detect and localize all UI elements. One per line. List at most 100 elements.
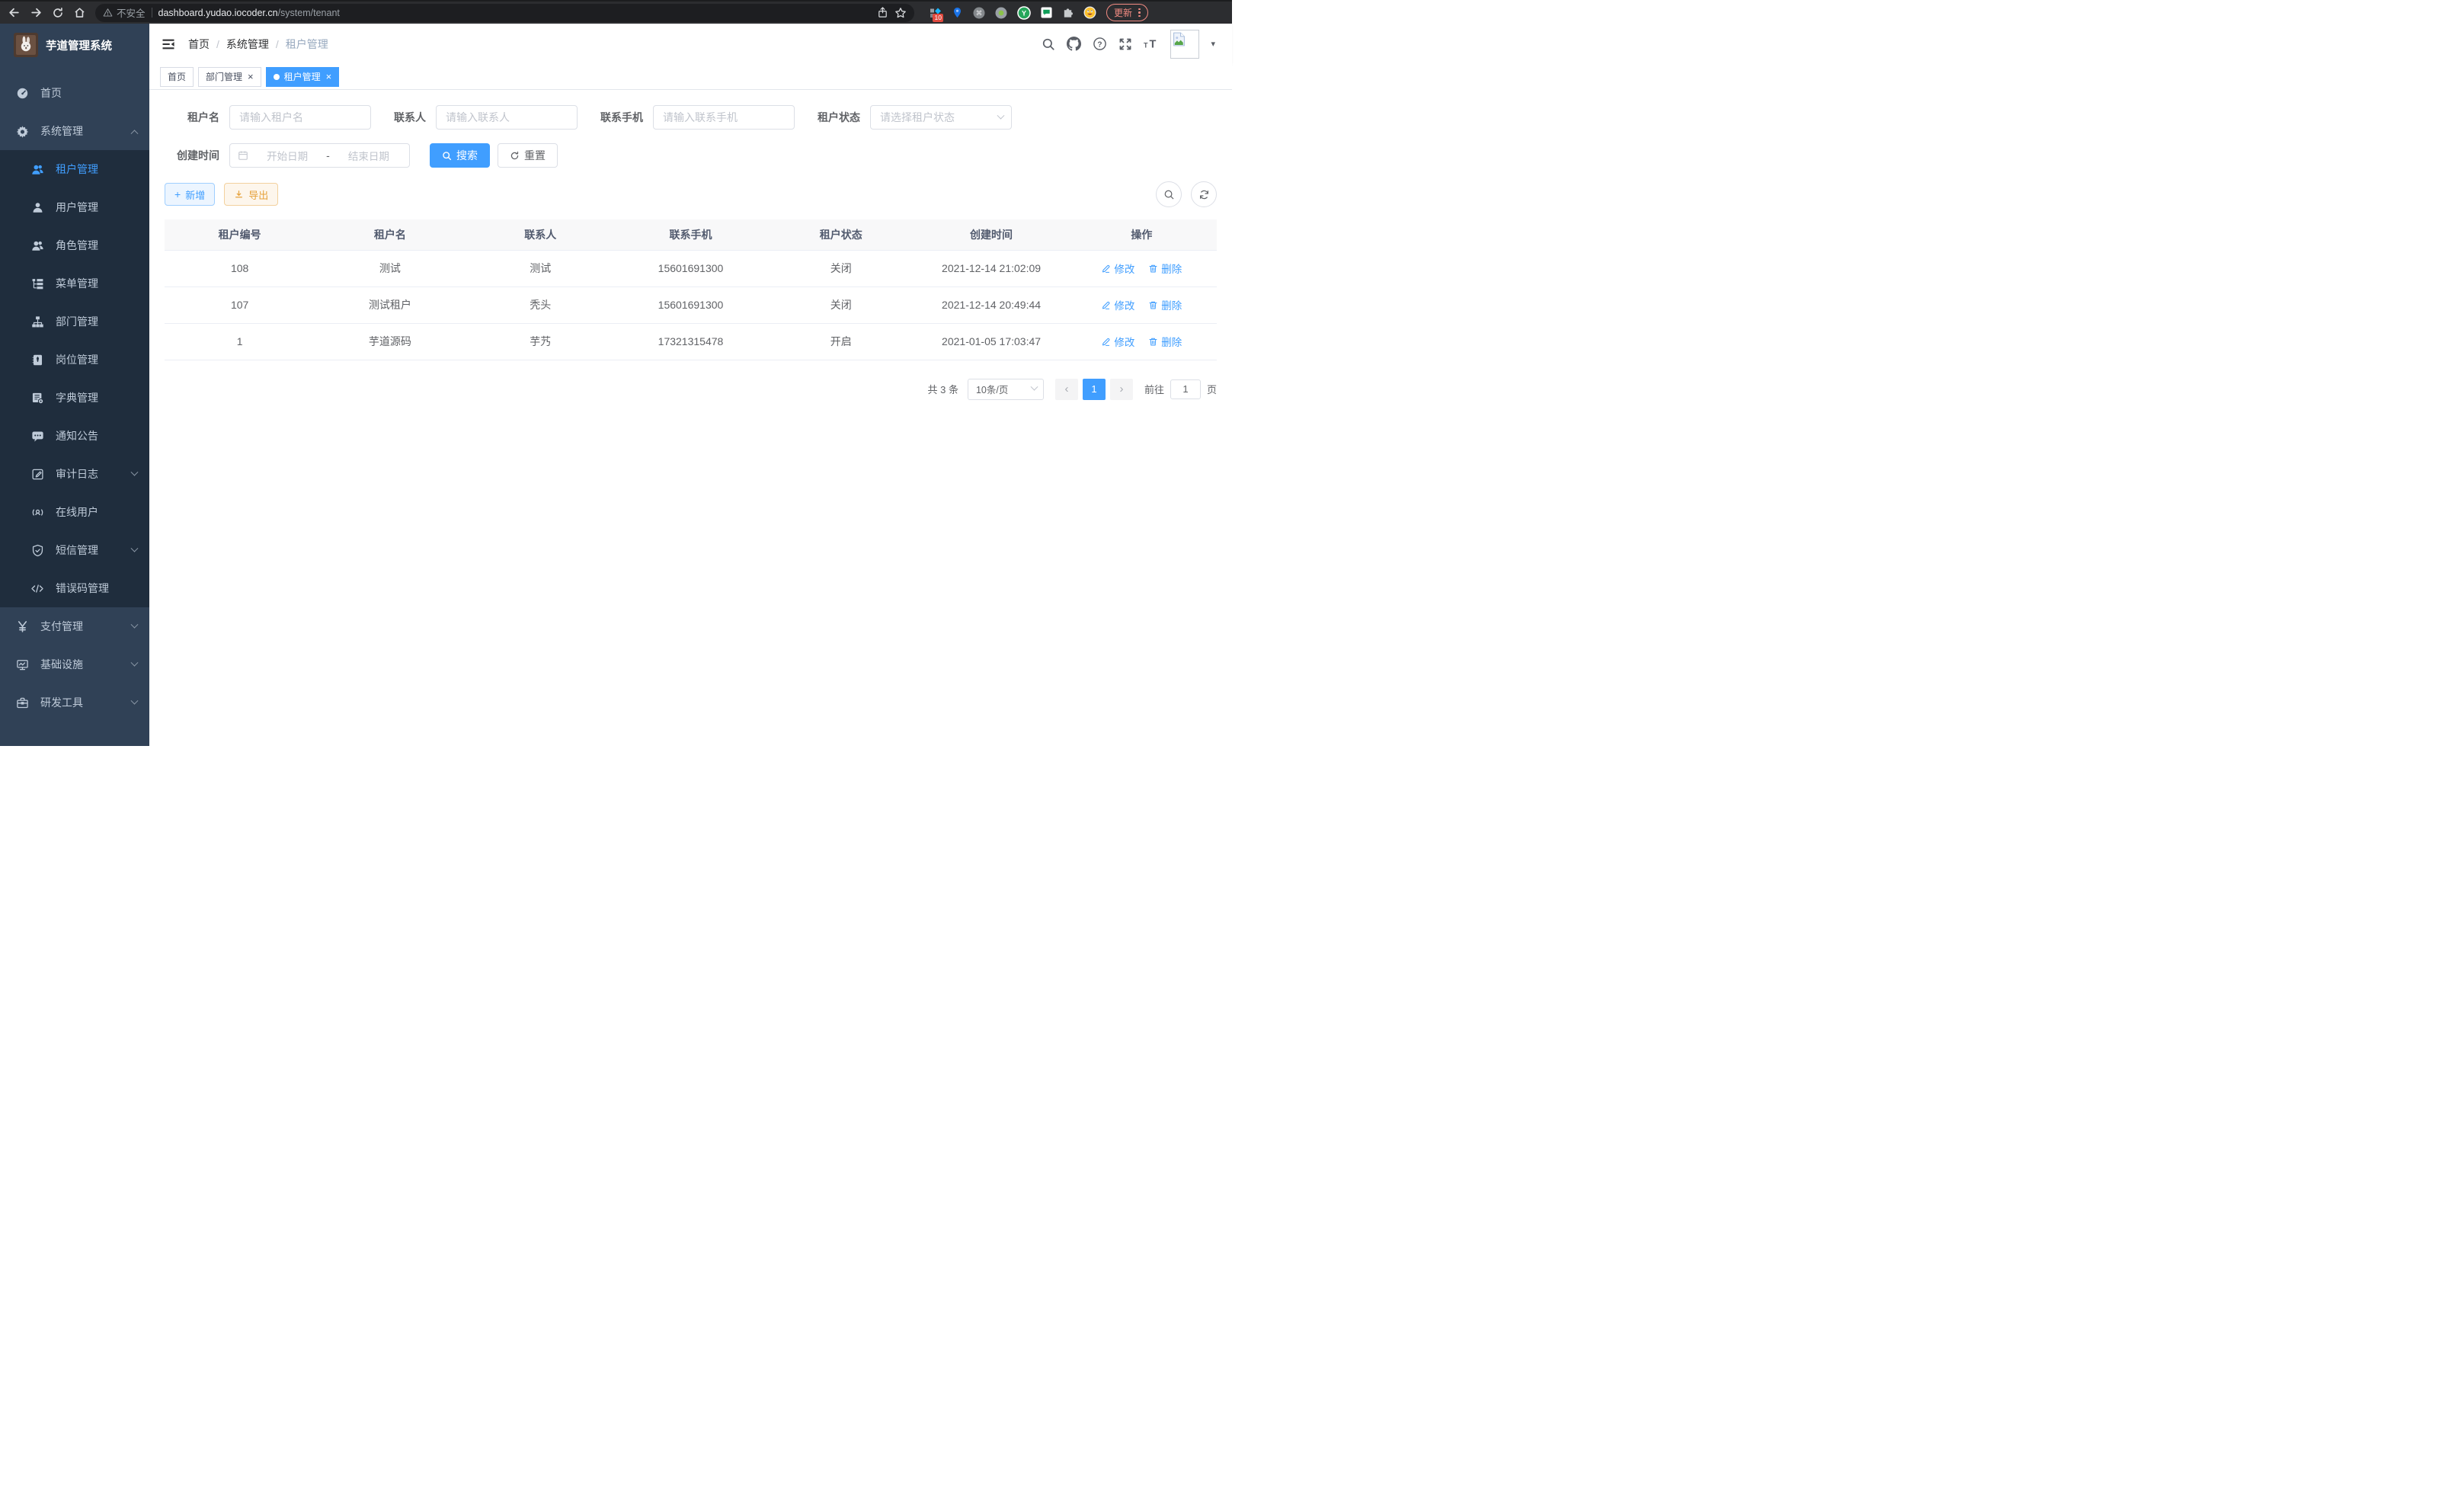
bookmark-star-icon[interactable] [894, 7, 907, 19]
chevron-down-icon [1031, 383, 1038, 391]
filter-row-1: 租户名 联系人 联系手机 租户状态 请选择租户状态 [165, 105, 1217, 130]
tab-tenant[interactable]: 租户管理 × [266, 67, 340, 87]
extension-chat-icon[interactable] [1041, 7, 1052, 18]
search-button[interactable]: 搜索 [430, 143, 490, 168]
browser-forward-icon[interactable] [30, 6, 43, 19]
breadcrumb: 首页 / 系统管理 / 租户管理 [188, 37, 328, 52]
site-security-warning[interactable]: 不安全 [103, 5, 146, 20]
chevron-down-icon [131, 696, 139, 704]
tags-view: 首页 部门管理 × 租户管理 × [149, 64, 1232, 90]
tenant-table: 租户编号 租户名 联系人 联系手机 租户状态 创建时间 操作 108 测试 测试 [165, 219, 1217, 360]
sidebar-item-tenant[interactable]: 租户管理 [0, 150, 149, 188]
browser-update-button[interactable]: 更新 [1106, 4, 1148, 21]
reset-button[interactable]: 重置 [498, 143, 558, 168]
extension-puzzle-icon[interactable] [1062, 7, 1074, 18]
sidebar-item-user[interactable]: 用户管理 [0, 188, 149, 226]
tab-dept[interactable]: 部门管理 × [198, 67, 261, 87]
address-bar[interactable]: 不安全 dashboard.yudao.iocoder.cn/system/te… [95, 4, 914, 22]
extension-y-icon[interactable]: Y [1017, 6, 1031, 20]
cell-tenant-id: 1 [165, 323, 315, 360]
delete-link[interactable]: 删除 [1148, 334, 1182, 349]
breadcrumb-home[interactable]: 首页 [188, 37, 210, 52]
edit-link[interactable]: 修改 [1101, 261, 1134, 276]
breadcrumb-system[interactable]: 系统管理 [226, 37, 269, 52]
share-icon[interactable] [877, 7, 888, 18]
chevron-down-icon [131, 658, 139, 666]
extension-pin-icon[interactable] [952, 7, 963, 18]
export-button[interactable]: 导出 [224, 183, 278, 206]
page-1-button[interactable]: 1 [1083, 379, 1106, 400]
app-logo[interactable]: 芋道管理系统 [0, 24, 149, 66]
status-placeholder: 请选择租户状态 [880, 110, 955, 125]
status-select[interactable]: 请选择租户状态 [870, 105, 1012, 130]
toolbox-icon [15, 696, 29, 709]
sidebar-item-error-code[interactable]: 错误码管理 [0, 569, 149, 607]
tab-home[interactable]: 首页 [160, 67, 194, 87]
sidebar-item-dict[interactable]: 字典管理 [0, 379, 149, 417]
breadcrumb-current: 租户管理 [286, 37, 328, 52]
tenant-icon [30, 163, 44, 176]
user-avatar[interactable] [1170, 30, 1199, 59]
extension-tag-manager-icon[interactable]: 10 [930, 7, 942, 19]
sidebar-item-label: 支付管理 [40, 619, 132, 634]
extension-record-icon[interactable] [995, 7, 1007, 19]
github-icon[interactable] [1067, 37, 1081, 51]
edit-link[interactable]: 修改 [1101, 334, 1134, 349]
header-search-icon[interactable] [1042, 37, 1055, 51]
sidebar-item-pay[interactable]: 支付管理 [0, 607, 149, 645]
prev-page-button[interactable]: ‹ [1055, 379, 1078, 400]
extension-emoji-icon[interactable] [1083, 6, 1096, 19]
sidebar-item-infra[interactable]: 基础设施 [0, 645, 149, 683]
next-page-button[interactable]: › [1110, 379, 1133, 400]
sidebar-item-post[interactable]: 岗位管理 [0, 341, 149, 379]
status-label: 租户状态 [818, 110, 860, 125]
contact-input[interactable] [436, 105, 578, 130]
sidebar-item-sms[interactable]: 短信管理 [0, 531, 149, 569]
browser-home-icon[interactable] [73, 6, 86, 19]
delete-link[interactable]: 删除 [1148, 297, 1182, 312]
sidebar-item-role[interactable]: 角色管理 [0, 226, 149, 264]
delete-label: 删除 [1161, 297, 1182, 312]
col-phone: 联系手机 [616, 219, 766, 250]
cell-phone: 15601691300 [616, 287, 766, 323]
goto-page-input[interactable] [1170, 379, 1201, 399]
chevron-up-icon [131, 130, 139, 137]
sidebar-item-label: 研发工具 [40, 695, 132, 710]
toggle-search-button[interactable] [1156, 181, 1182, 207]
yen-icon [15, 620, 29, 633]
sidebar-item-audit-log[interactable]: 审计日志 [0, 455, 149, 493]
tenant-name-input[interactable] [229, 105, 371, 130]
close-icon[interactable]: × [248, 72, 254, 82]
sidebar-item-dept[interactable]: 部门管理 [0, 303, 149, 341]
sidebar-item-notice[interactable]: 通知公告 [0, 417, 149, 455]
table-header-row: 租户编号 租户名 联系人 联系手机 租户状态 创建时间 操作 [165, 219, 1217, 250]
edit-link[interactable]: 修改 [1101, 297, 1134, 312]
avatar-caret-icon[interactable]: ▾ [1211, 39, 1215, 49]
browser-back-icon[interactable] [8, 6, 21, 19]
add-button[interactable]: + 新增 [165, 183, 215, 206]
sidebar-item-dev-tools[interactable]: 研发工具 [0, 683, 149, 722]
sidebar-item-home[interactable]: 首页 [0, 74, 149, 112]
sidebar-item-system[interactable]: 系统管理 [0, 112, 149, 150]
extension-command-icon[interactable]: ⌘ [973, 7, 985, 19]
edit-label: 修改 [1114, 334, 1134, 349]
shield-check-icon [30, 544, 44, 557]
sidebar-collapse-button[interactable] [161, 37, 176, 52]
cell-tenant-name: 芋道源码 [315, 323, 465, 360]
phone-input[interactable] [653, 105, 795, 130]
delete-link[interactable]: 删除 [1148, 261, 1182, 276]
cell-phone: 15601691300 [616, 250, 766, 287]
sidebar-item-label: 菜单管理 [56, 276, 137, 291]
browser-reload-icon[interactable] [52, 7, 64, 19]
sidebar-item-online-user[interactable]: 在线用户 [0, 493, 149, 531]
sidebar-item-menu[interactable]: 菜单管理 [0, 264, 149, 303]
create-time-range-picker[interactable]: 开始日期 - 结束日期 [229, 143, 410, 168]
help-icon[interactable]: ? [1093, 37, 1107, 51]
browser-menu-icon[interactable] [1138, 8, 1141, 18]
font-size-icon[interactable]: TT [1144, 37, 1159, 50]
fullscreen-icon[interactable] [1118, 37, 1132, 51]
close-icon[interactable]: × [326, 72, 332, 82]
message-bubble-icon [30, 430, 44, 443]
page-size-select[interactable]: 10条/页 [968, 379, 1044, 400]
refresh-table-button[interactable] [1191, 181, 1217, 207]
